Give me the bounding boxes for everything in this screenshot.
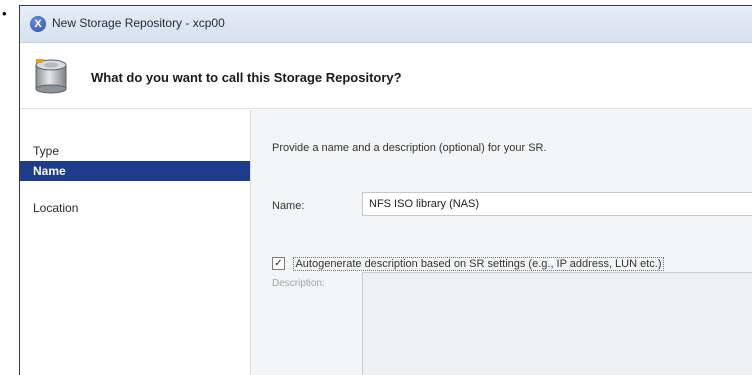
nav-item-label: Name bbox=[33, 164, 66, 178]
nav-item-name[interactable]: Name bbox=[20, 161, 250, 181]
nav-item-label: Type bbox=[33, 144, 60, 158]
window-title: New Storage Repository - xcp00 bbox=[52, 16, 225, 30]
wizard-heading: What do you want to call this Storage Re… bbox=[91, 70, 402, 85]
wizard-page-content: Provide a name and a description (option… bbox=[251, 110, 752, 375]
storage-disk-icon bbox=[35, 59, 67, 94]
description-field[interactable] bbox=[362, 272, 752, 375]
description-field-label: Description: bbox=[272, 278, 325, 289]
title-bar[interactable]: X New Storage Repository - xcp00 bbox=[20, 6, 752, 43]
autogenerate-checkbox[interactable]: ✓ bbox=[272, 257, 285, 271]
name-field[interactable] bbox=[362, 192, 752, 216]
wizard-header: What do you want to call this Storage Re… bbox=[20, 43, 752, 109]
new-storage-repository-dialog: X New Storage Repository - xcp00 What do… bbox=[19, 5, 752, 375]
nav-item-label: Location bbox=[33, 201, 79, 215]
page-intro-text: Provide a name and a description (option… bbox=[272, 142, 547, 154]
nav-item-type[interactable]: Type bbox=[20, 141, 250, 161]
autogenerate-row: ✓ Autogenerate description based on SR s… bbox=[272, 255, 664, 271]
name-field-label: Name: bbox=[272, 200, 305, 212]
wizard-step-list: Type Name Location bbox=[20, 110, 251, 375]
bullet-marker: • bbox=[2, 6, 7, 21]
autogenerate-label[interactable]: Autogenerate description based on SR set… bbox=[293, 256, 664, 271]
nav-item-location[interactable]: Location bbox=[20, 198, 250, 218]
xencenter-app-icon: X bbox=[30, 16, 46, 32]
